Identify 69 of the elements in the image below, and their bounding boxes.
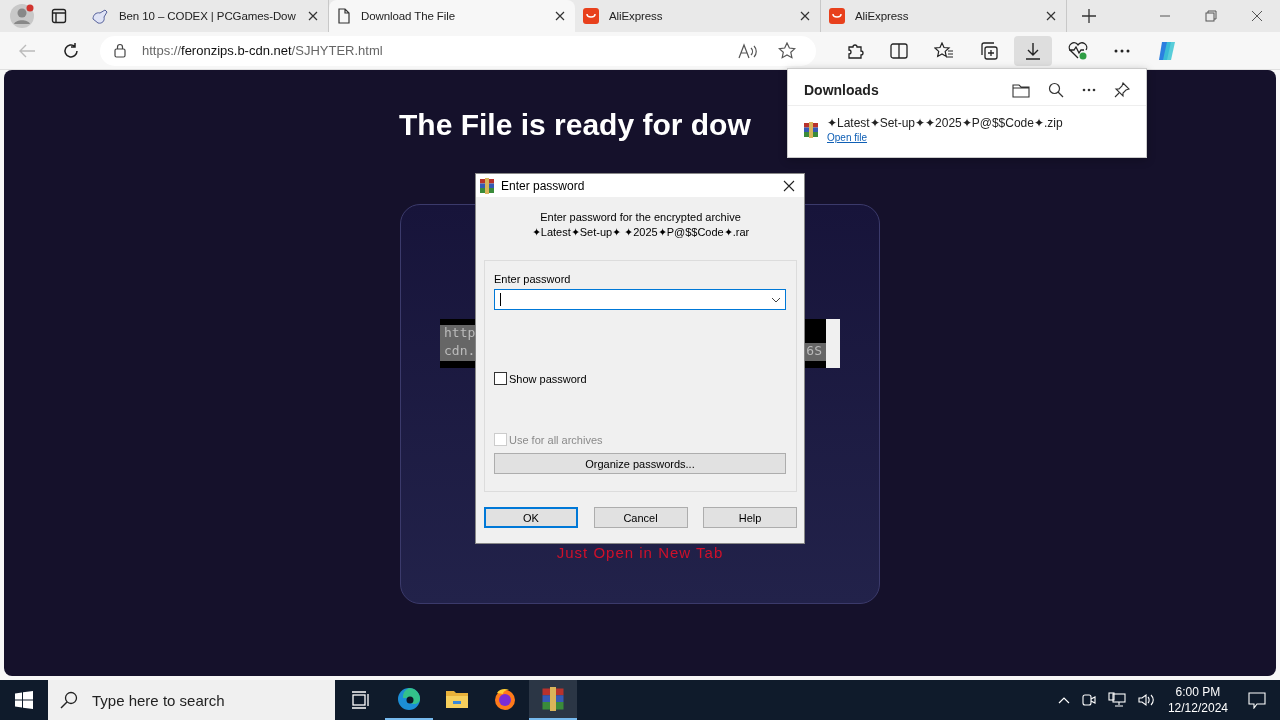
chevron-down-icon[interactable] — [771, 296, 781, 303]
network-icon[interactable] — [1107, 692, 1126, 708]
copilot-icon[interactable] — [1156, 39, 1178, 62]
close-tab-icon[interactable] — [308, 11, 318, 21]
split-screen-icon[interactable] — [890, 42, 908, 59]
fox-globe-icon — [493, 687, 517, 711]
restore-icon[interactable] — [1205, 10, 1217, 22]
heart-pulse-icon[interactable] — [1068, 41, 1088, 60]
search-icon[interactable] — [1048, 82, 1064, 98]
dialog-message: Enter password for the encrypted archive — [540, 211, 741, 223]
scrollbar[interactable] — [826, 319, 840, 368]
address-bar[interactable]: https://feronzips.b-cdn.net/SJHYTER.html — [100, 35, 816, 66]
collections-icon[interactable] — [980, 41, 998, 60]
more-icon[interactable] — [1082, 88, 1096, 92]
dialog-message: ✦Latest✦Set-up✦ ✦2025✦P@$$Code✦.rar — [531, 226, 750, 239]
dialog-title: Enter password — [501, 178, 585, 193]
taskbar-search-field[interactable]: Type here to search — [48, 680, 335, 720]
archive-books-icon — [803, 121, 819, 138]
page-heading: The File is ready for dow — [398, 108, 751, 142]
browser-tab[interactable]: Download The File — [329, 0, 575, 32]
reload-icon[interactable] — [62, 41, 80, 60]
open-file-link[interactable]: Open file — [827, 132, 868, 143]
archive-books-icon — [479, 177, 495, 194]
close-icon[interactable] — [783, 179, 795, 192]
pin-icon[interactable] — [1114, 82, 1130, 98]
camera-icon[interactable] — [1080, 692, 1097, 708]
folder-icon[interactable] — [1012, 82, 1030, 98]
page-icon — [337, 8, 351, 24]
shopping-bag-icon — [829, 8, 845, 24]
more-icon[interactable] — [1114, 48, 1130, 53]
close-tab-icon[interactable] — [1046, 11, 1056, 21]
tab-actions-icon[interactable] — [51, 8, 67, 24]
folder-icon — [445, 689, 469, 709]
profile-avatar-icon[interactable] — [9, 3, 35, 29]
dialog-button[interactable]: OK — [484, 507, 578, 528]
new-tab-icon[interactable] — [1081, 8, 1097, 24]
chevron-up-icon[interactable] — [1057, 696, 1070, 704]
organize-passwords-button[interactable]: Organize passwords... — [494, 453, 786, 474]
favorites-icon[interactable] — [934, 41, 954, 60]
shopping-bag-icon — [583, 8, 599, 24]
checkbox[interactable] — [494, 372, 507, 385]
dialog-button[interactable]: Help — [703, 507, 797, 528]
puzzle-icon[interactable] — [846, 41, 864, 60]
swirl-icon — [397, 687, 421, 711]
downloads-button[interactable] — [1014, 35, 1052, 66]
search-icon — [60, 691, 78, 709]
windows-start-icon[interactable] — [15, 691, 33, 709]
close-icon[interactable] — [1251, 10, 1263, 22]
file-name: ✦Latest✦Set-up✦✦2025✦P@$$Code✦.zip — [827, 116, 1063, 130]
archive-books-icon — [541, 687, 565, 711]
taskbar-app[interactable] — [529, 680, 577, 720]
password-field[interactable] — [494, 289, 786, 310]
speaker-icon[interactable] — [1136, 692, 1155, 708]
read-aloud-icon[interactable] — [738, 42, 758, 59]
lock-icon — [114, 43, 126, 58]
notifications-icon[interactable] — [1248, 691, 1266, 709]
close-tab-icon[interactable] — [800, 11, 810, 21]
dialog-button[interactable]: Cancel — [593, 507, 688, 528]
checkbox-label: Use for all archives — [509, 433, 603, 446]
notice-text: Just Open in New Tab — [556, 544, 724, 561]
taskbar-clock[interactable]: 6:00 PM 12/12/2024 — [1167, 685, 1228, 715]
star-icon[interactable] — [778, 41, 796, 60]
checkbox-label: Show password — [509, 372, 587, 385]
task-view-icon[interactable] — [351, 691, 371, 709]
url-text: https://feronzips.b-cdn.net/SJHYTER.html — [142, 43, 383, 58]
field-label: Enter password — [494, 273, 572, 285]
download-icon — [1025, 41, 1041, 60]
close-tab-icon[interactable] — [555, 11, 565, 21]
panel-title: Downloads — [804, 82, 879, 98]
